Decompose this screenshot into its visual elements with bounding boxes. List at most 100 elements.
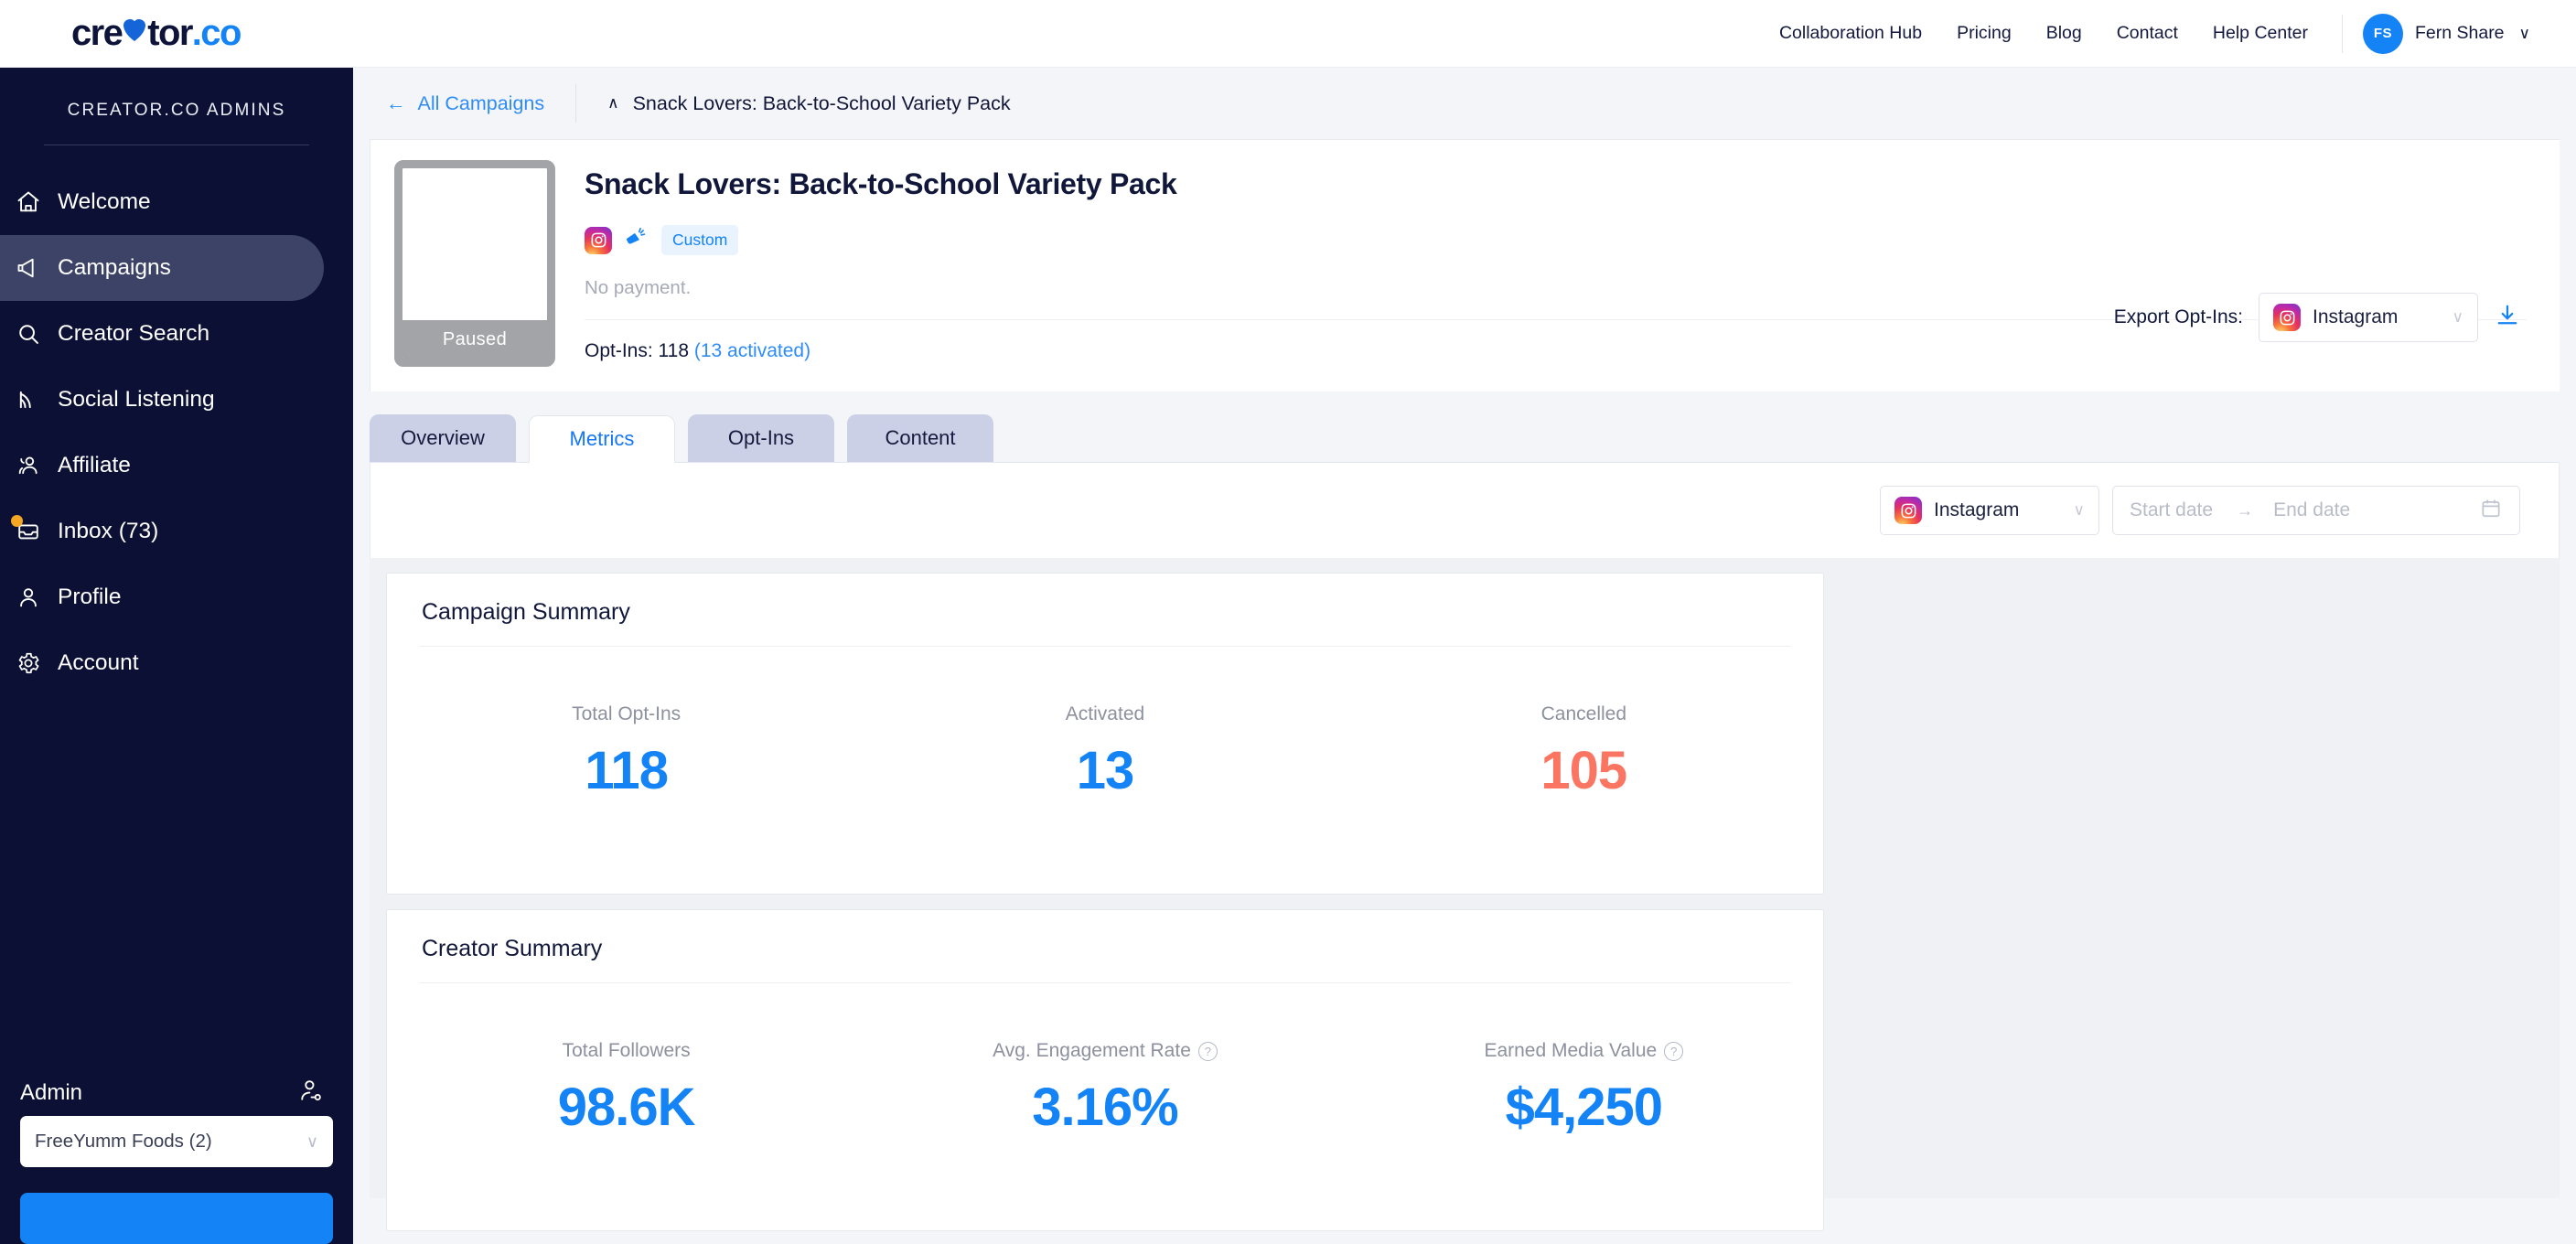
help-icon[interactable]: ? bbox=[1664, 1042, 1683, 1061]
search-icon bbox=[16, 321, 58, 347]
metrics-dashboard: Campaign Summary Total Opt-Ins 118 Activ… bbox=[370, 558, 2560, 1198]
sidebar-primary-button[interactable] bbox=[20, 1193, 333, 1244]
date-range-picker[interactable]: Start date → End date bbox=[2112, 486, 2520, 535]
logo-text-suffix: .co bbox=[192, 13, 241, 54]
breadcrumb: ← All Campaigns ∧ Snack Lovers: Back-to-… bbox=[353, 68, 2576, 139]
tab-metrics[interactable]: Metrics bbox=[529, 415, 675, 463]
status-badge: Paused bbox=[402, 320, 547, 359]
avatar: FS bbox=[2363, 14, 2403, 54]
manage-users-icon[interactable] bbox=[296, 1078, 324, 1110]
megaphone-icon bbox=[16, 255, 58, 281]
stat-avg-engagement-rate: Avg. Engagement Rate? 3.16% bbox=[865, 1040, 1344, 1138]
top-nav-links: Collaboration Hub Pricing Blog Contact H… bbox=[1762, 14, 2576, 54]
nav-link-help-center[interactable]: Help Center bbox=[2195, 23, 2325, 44]
admin-row: Admin bbox=[20, 1070, 333, 1116]
stat-label: Total Followers bbox=[387, 1040, 865, 1062]
stat-label-text: Earned Media Value bbox=[1484, 1040, 1657, 1062]
instagram-icon bbox=[585, 227, 612, 254]
breadcrumb-current[interactable]: ∧ Snack Lovers: Back-to-School Variety P… bbox=[607, 92, 1011, 115]
chevron-up-icon: ∧ bbox=[607, 94, 618, 113]
sidebar-item-label: Welcome bbox=[58, 189, 151, 215]
sidebar-title: CREATOR.CO ADMINS bbox=[0, 68, 353, 121]
sidebar-item-welcome[interactable]: Welcome bbox=[0, 169, 324, 235]
stat-earned-media-value: Earned Media Value? $4,250 bbox=[1345, 1040, 1823, 1138]
campaign-summary-panel: Campaign Summary Total Opt-Ins 118 Activ… bbox=[386, 573, 1824, 895]
campaign-thumbnail-wrap: Paused bbox=[394, 160, 555, 375]
top-navigation-bar: cretor.co Collaboration Hub Pricing Blog… bbox=[0, 0, 2576, 68]
platform-filter-select[interactable]: Instagram ∨ bbox=[1880, 486, 2099, 535]
stat-label: Earned Media Value? bbox=[1345, 1040, 1823, 1062]
sidebar-item-social-listening[interactable]: Social Listening bbox=[0, 367, 324, 433]
nav-link-collaboration-hub[interactable]: Collaboration Hub bbox=[1762, 23, 1939, 44]
tab-overview[interactable]: Overview bbox=[370, 414, 516, 462]
tab-content[interactable]: Content bbox=[847, 414, 993, 462]
export-platform-value: Instagram bbox=[2313, 306, 2398, 328]
creator-co-logo[interactable]: cretor.co bbox=[71, 13, 241, 54]
sidebar-item-profile[interactable]: Profile bbox=[0, 564, 324, 630]
export-platform-select[interactable]: Instagram ∨ bbox=[2259, 293, 2478, 342]
stat-label: Avg. Engagement Rate? bbox=[865, 1040, 1344, 1062]
sidebar-item-campaigns[interactable]: Campaigns bbox=[0, 235, 324, 301]
sidebar-item-account[interactable]: Account bbox=[0, 630, 324, 696]
help-icon[interactable]: ? bbox=[1198, 1042, 1218, 1061]
nav-link-pricing[interactable]: Pricing bbox=[1939, 23, 2029, 44]
sidebar-item-label: Account bbox=[58, 650, 139, 676]
optins-count-text: Opt-Ins: 118 bbox=[585, 340, 689, 361]
admin-label: Admin bbox=[20, 1080, 82, 1106]
chevron-down-icon: ∨ bbox=[2519, 25, 2530, 43]
chevron-down-icon: ∨ bbox=[2453, 308, 2463, 327]
creator-summary-stats: Total Followers 98.6K Avg. Engagement Ra… bbox=[387, 983, 1823, 1138]
breadcrumb-all-campaigns-link[interactable]: ← All Campaigns bbox=[386, 92, 544, 115]
brand-select[interactable]: FreeYumm Foods (2) ∨ bbox=[20, 1116, 333, 1167]
sidebar-item-creator-search[interactable]: Creator Search bbox=[0, 301, 324, 367]
export-optins-label: Export Opt-Ins: bbox=[2114, 306, 2243, 328]
arrow-left-icon: ← bbox=[386, 92, 406, 115]
nav-link-contact[interactable]: Contact bbox=[2099, 23, 2195, 44]
sidebar-item-affiliate[interactable]: Affiliate bbox=[0, 433, 324, 499]
campaign-thumbnail[interactable]: Paused bbox=[394, 160, 555, 367]
home-icon bbox=[16, 189, 58, 215]
start-date-input[interactable]: Start date bbox=[2130, 499, 2213, 521]
stat-label-text: Total Followers bbox=[563, 1040, 691, 1062]
logo-text-mid: tor bbox=[147, 13, 192, 54]
sidebar-item-label: Campaigns bbox=[58, 255, 171, 281]
panel-title: Creator Summary bbox=[387, 910, 1823, 982]
calendar-icon[interactable] bbox=[2479, 497, 2503, 525]
dashboard-left-column: Campaign Summary Total Opt-Ins 118 Activ… bbox=[386, 573, 1824, 1231]
sidebar: CREATOR.CO ADMINS Welcome Campaigns Crea… bbox=[0, 68, 353, 1244]
heart-icon bbox=[123, 19, 146, 45]
stat-value: $4,250 bbox=[1345, 1077, 1823, 1138]
person-icon bbox=[16, 584, 58, 610]
user-menu[interactable]: FS Fern Share ∨ bbox=[2363, 14, 2543, 54]
campaign-header-card: Paused Snack Lovers: Back-to-School Vari… bbox=[370, 139, 2560, 391]
campaign-type-badge: Custom bbox=[661, 225, 738, 255]
breadcrumb-back-label: All Campaigns bbox=[418, 92, 545, 115]
sidebar-item-inbox[interactable]: Inbox (73) bbox=[0, 499, 324, 564]
optins-activated-link[interactable]: (13 activated) bbox=[694, 340, 810, 361]
stat-value: 105 bbox=[1345, 740, 1823, 801]
stat-label-text: Avg. Engagement Rate bbox=[993, 1040, 1191, 1062]
breadcrumb-current-label: Snack Lovers: Back-to-School Variety Pac… bbox=[633, 92, 1011, 115]
creator-summary-panel: Creator Summary Total Followers 98.6K Av… bbox=[386, 909, 1824, 1231]
campaign-meta: Custom bbox=[585, 225, 2560, 255]
brand-select-value: FreeYumm Foods (2) bbox=[35, 1131, 212, 1153]
end-date-input[interactable]: End date bbox=[2273, 499, 2350, 521]
campaign-details: Snack Lovers: Back-to-School Variety Pac… bbox=[555, 160, 2560, 375]
nav-link-blog[interactable]: Blog bbox=[2029, 23, 2099, 44]
instagram-icon bbox=[1894, 497, 1922, 524]
tab-opt-ins[interactable]: Opt-Ins bbox=[688, 414, 834, 462]
stat-value: 13 bbox=[865, 740, 1344, 801]
sidebar-item-label: Social Listening bbox=[58, 387, 215, 413]
download-icon[interactable] bbox=[2494, 302, 2521, 334]
sidebar-footer: Admin FreeYumm Foods (2) ∨ bbox=[0, 1070, 353, 1244]
breadcrumb-divider bbox=[575, 84, 576, 123]
sidebar-item-label: Affiliate bbox=[58, 453, 131, 478]
megaphone-icon bbox=[623, 226, 647, 254]
campaign-optins-summary: Opt-Ins: 118 (13 activated) bbox=[585, 340, 2560, 362]
sidebar-item-label: Creator Search bbox=[58, 321, 209, 347]
stat-value: 118 bbox=[387, 740, 865, 801]
stat-cancelled: Cancelled 105 bbox=[1345, 703, 1823, 801]
stat-total-optins: Total Opt-Ins 118 bbox=[387, 703, 865, 801]
stat-activated: Activated 13 bbox=[865, 703, 1344, 801]
campaign-summary-stats: Total Opt-Ins 118 Activated 13 Cancelled… bbox=[387, 647, 1823, 801]
